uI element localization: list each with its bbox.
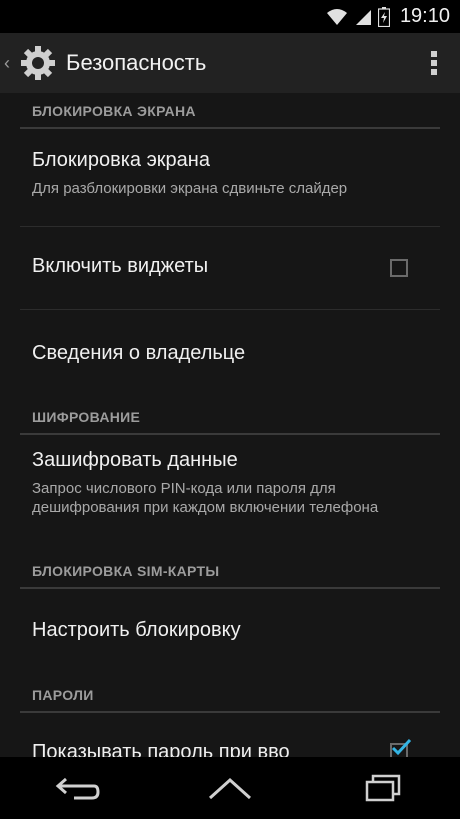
item-title: Включить виджеты <box>32 255 209 277</box>
section-header-label: БЛОКИРОВКА SIM-КАРТЫ <box>32 563 220 579</box>
gear-icon[interactable] <box>18 43 58 83</box>
wifi-icon <box>326 8 347 25</box>
battery-icon <box>377 6 390 27</box>
list-item-encrypt-data[interactable]: Зашифровать данные Запрос числового PIN-… <box>0 437 460 545</box>
section-header-encryption: ШИФРОВАНИЕ <box>20 393 440 435</box>
page-title: Безопасность <box>66 50 207 75</box>
section-header-label: ПАРОЛИ <box>32 687 94 703</box>
list-item-show-passwords[interactable]: Показывать пароль при вво <box>0 717 460 757</box>
status-clock: 19:10 <box>399 5 450 27</box>
section-header-label: БЛОКИРОВКА ЭКРАНА <box>32 103 196 119</box>
list-item-enable-widgets[interactable]: Включить виджеты <box>0 227 460 309</box>
item-title: Настроить блокировку <box>32 619 241 641</box>
chevron-left-icon[interactable]: ‹ <box>4 53 16 74</box>
list-item-setup-sim-lock[interactable]: Настроить блокировку <box>0 591 460 671</box>
list-item-owner-info[interactable]: Сведения о владельце <box>0 310 460 388</box>
item-summary: Запрос числового PIN-кода или пароля для… <box>32 480 379 516</box>
navigation-bar <box>0 757 460 819</box>
signal-icon <box>355 9 371 25</box>
item-title: Блокировка экрана <box>32 149 210 171</box>
section-header-passwords: ПАРОЛИ <box>20 673 440 713</box>
show-passwords-checkbox[interactable] <box>390 739 412 757</box>
section-header-label: ШИФРОВАНИЕ <box>32 409 141 425</box>
list-item-screen-lock[interactable]: Блокировка экрана Для разблокировки экра… <box>0 133 460 223</box>
item-title: Показывать пароль при вво <box>32 741 290 757</box>
section-header-screen-lock: БЛОКИРОВКА ЭКРАНА <box>20 93 440 129</box>
widgets-checkbox[interactable] <box>390 259 408 277</box>
action-bar: ‹ Безопасность <box>0 33 460 93</box>
settings-list[interactable]: БЛОКИРОВКА ЭКРАНА Блокировка экрана Для … <box>0 93 460 757</box>
item-title: Сведения о владельце <box>32 342 246 364</box>
back-nav-icon[interactable] <box>42 763 112 813</box>
section-header-sim-lock: БЛОКИРОВКА SIM-КАРТЫ <box>20 551 440 589</box>
recents-nav-icon[interactable] <box>348 763 418 813</box>
item-summary: Для разблокировки экрана сдвиньте слайде… <box>32 180 348 197</box>
overflow-menu-icon[interactable] <box>414 43 454 83</box>
home-nav-icon[interactable] <box>195 763 265 813</box>
status-bar: 19:10 <box>0 0 460 33</box>
item-title: Зашифровать данные <box>32 449 238 471</box>
